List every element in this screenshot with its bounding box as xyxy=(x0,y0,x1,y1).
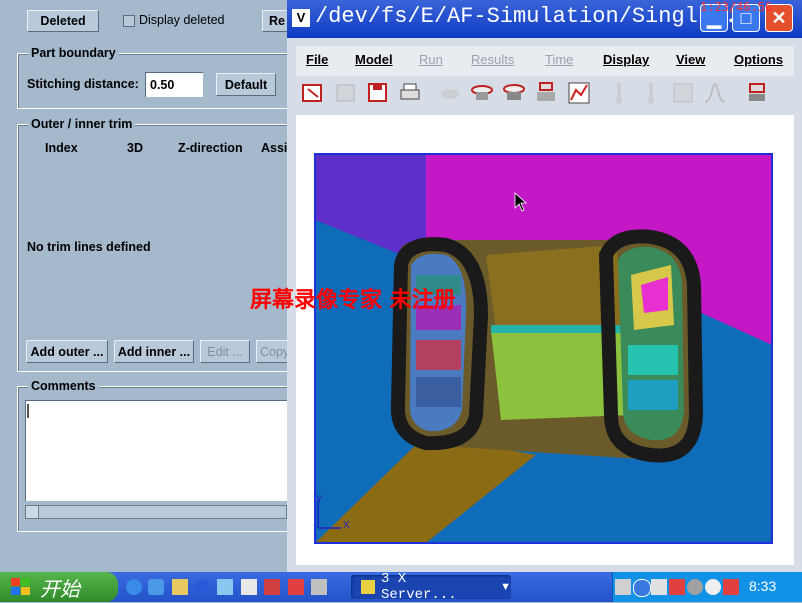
add-inner-button[interactable]: Add inner ... xyxy=(114,340,194,363)
thermometer-icon[interactable] xyxy=(606,80,632,106)
tray-expand-icon[interactable] xyxy=(633,579,651,597)
grid-icon[interactable] xyxy=(670,80,696,106)
column-z-direction[interactable]: Z-direction xyxy=(178,141,243,155)
comments-title: Comments xyxy=(28,379,99,393)
ie-icon[interactable] xyxy=(126,579,142,595)
text-cursor xyxy=(27,404,29,418)
deleted-button[interactable]: Deleted xyxy=(27,10,99,32)
thermometer-2-icon[interactable] xyxy=(638,80,664,106)
part-boundary-title: Part boundary xyxy=(28,46,119,60)
scroll-left-arrow-icon[interactable] xyxy=(26,506,39,518)
default-button[interactable]: Default xyxy=(216,73,276,96)
menu-view[interactable]: View xyxy=(676,52,705,67)
punch-icon[interactable] xyxy=(501,80,527,106)
menu-time[interactable]: Time xyxy=(545,52,573,67)
window-title: /dev/fs/E/AF-Simulation/Singl... xyxy=(315,4,738,29)
menu-file[interactable]: File xyxy=(306,52,328,67)
distribution-icon[interactable] xyxy=(702,80,728,106)
task-dropdown-icon[interactable]: ▼ xyxy=(500,581,511,593)
binder-icon[interactable] xyxy=(533,80,559,106)
outlook-icon[interactable] xyxy=(148,579,164,595)
horizontal-scrollbar[interactable] xyxy=(25,505,287,519)
display-deleted-label: Display deleted xyxy=(139,13,225,27)
print-icon[interactable] xyxy=(397,80,423,106)
start-button[interactable]: 开始 xyxy=(0,572,118,602)
edit-button[interactable]: Edit ... xyxy=(200,340,250,363)
desktop-icon[interactable] xyxy=(217,579,233,595)
column-3d[interactable]: 3D xyxy=(127,141,143,155)
task-label: 3 X Server... xyxy=(380,571,457,603)
system-tray: 8:33 xyxy=(612,572,802,602)
app-3-icon[interactable] xyxy=(311,579,327,595)
settings-die-icon[interactable] xyxy=(744,80,770,106)
menu-bar: File Model Run Results Time Display View… xyxy=(296,46,794,76)
volume-icon[interactable] xyxy=(687,579,703,595)
curve-chart-icon[interactable] xyxy=(566,80,592,106)
app-2-icon[interactable] xyxy=(288,579,304,595)
menu-run[interactable]: Run xyxy=(419,52,443,67)
die-icon[interactable] xyxy=(469,80,495,106)
trim-settings-panel: Deleted Display deleted Re Part boundary… xyxy=(0,0,309,572)
task-x-server[interactable]: 3 X Server... ▼ xyxy=(351,571,511,603)
column-assign[interactable]: Assi xyxy=(261,141,287,155)
app-icon[interactable]: V xyxy=(292,9,310,27)
open-file-icon[interactable] xyxy=(300,80,326,106)
app-1-icon[interactable] xyxy=(264,579,280,595)
qq-icon[interactable] xyxy=(194,579,210,595)
folder-icon[interactable] xyxy=(172,579,188,595)
wifi-icon[interactable] xyxy=(723,579,739,595)
keyboard-icon[interactable] xyxy=(615,579,631,595)
recorder-timer: 1:23/46.56 xyxy=(700,0,773,14)
3d-viewport[interactable]: Y X xyxy=(296,115,794,565)
x-server-icon xyxy=(361,580,375,594)
column-index[interactable]: Index xyxy=(45,141,78,155)
comments-textarea[interactable] xyxy=(25,400,288,501)
axis-x-label: X xyxy=(343,520,350,531)
menu-results[interactable]: Results xyxy=(471,52,514,67)
taskbar: 开始 3 X Server... ▼ 8:33 xyxy=(0,571,802,603)
stitching-distance-input[interactable]: 0.50 xyxy=(145,72,203,97)
windows-logo-icon xyxy=(11,578,30,595)
axis-y-label: Y xyxy=(316,494,323,505)
import-icon[interactable] xyxy=(333,80,359,106)
trim-group-title: Outer / inner trim xyxy=(28,117,136,131)
stitching-distance-label: Stitching distance: xyxy=(27,77,139,91)
antivirus-icon[interactable] xyxy=(705,579,721,595)
simulation-model-render: Y X xyxy=(314,153,773,544)
empty-trim-message: No trim lines defined xyxy=(27,240,151,254)
network-icon[interactable] xyxy=(651,579,667,595)
recorder-watermark: 屏幕录像专家 未注册 xyxy=(250,288,456,313)
media-icon[interactable] xyxy=(241,579,257,595)
start-label: 开始 xyxy=(40,576,80,601)
menu-display[interactable]: Display xyxy=(603,52,649,67)
clock: 8:33 xyxy=(749,578,777,594)
add-outer-button[interactable]: Add outer ... xyxy=(26,340,108,363)
display-deleted-checkbox[interactable] xyxy=(123,15,135,27)
tool-icon[interactable] xyxy=(437,80,463,106)
security-icon[interactable] xyxy=(669,579,685,595)
menu-model[interactable]: Model xyxy=(355,52,393,67)
toolbar xyxy=(296,78,794,112)
menu-options[interactable]: Options xyxy=(734,52,783,67)
save-icon[interactable] xyxy=(365,80,391,106)
